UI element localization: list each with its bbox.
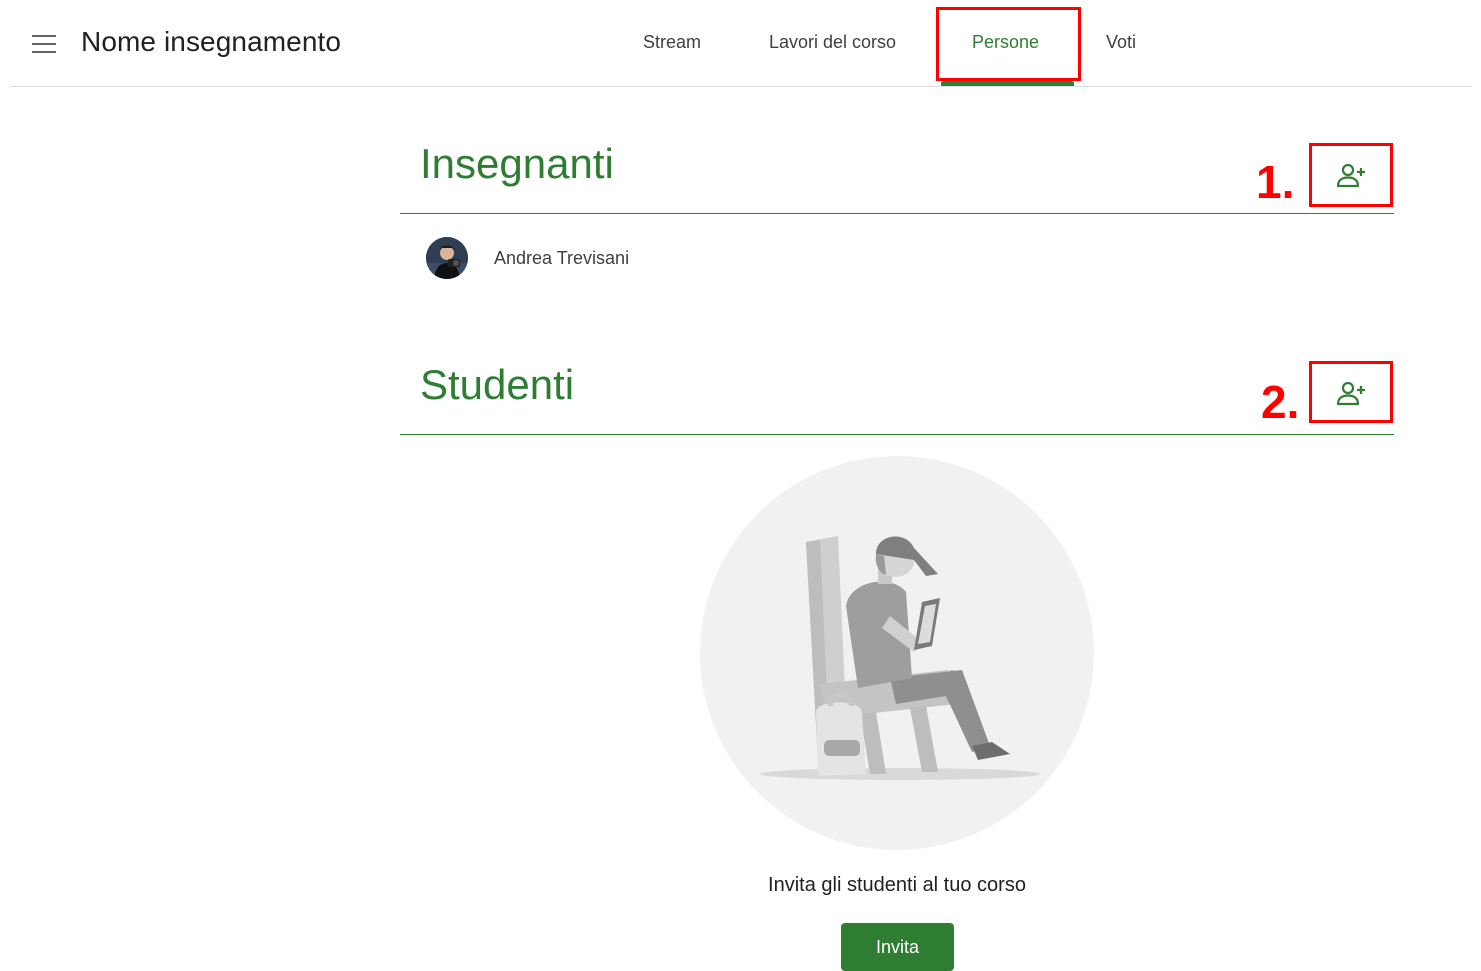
teachers-section-title: Insegnanti xyxy=(420,140,614,187)
course-title[interactable]: Nome insegnamento xyxy=(81,26,341,58)
annotation-step-2: 2. xyxy=(1261,376,1300,428)
empty-students-illustration xyxy=(700,456,1094,850)
annotation-highlight-persone xyxy=(936,7,1081,81)
hamburger-menu-icon[interactable] xyxy=(30,33,58,55)
empty-state-message: Invita gli studenti al tuo corso xyxy=(768,874,1026,896)
topbar-divider xyxy=(10,86,1472,87)
avatar xyxy=(426,237,468,279)
top-app-bar: Nome insegnamento Stream Lavori del cors… xyxy=(0,0,1481,88)
annotation-highlight-add-student xyxy=(1309,361,1393,423)
students-section-divider xyxy=(400,434,1394,435)
tab-lavori-del-corso[interactable]: Lavori del corso xyxy=(769,32,896,53)
tab-voti[interactable]: Voti xyxy=(1106,32,1136,53)
teachers-section-divider xyxy=(400,213,1394,214)
annotation-step-1: 1. xyxy=(1256,156,1295,208)
tab-stream[interactable]: Stream xyxy=(643,32,701,53)
annotation-highlight-add-teacher xyxy=(1309,143,1393,207)
teacher-list-item[interactable]: Andrea Trevisani xyxy=(420,232,1320,286)
students-section-title: Studenti xyxy=(420,361,575,408)
teacher-name: Andrea Trevisani xyxy=(494,248,630,268)
